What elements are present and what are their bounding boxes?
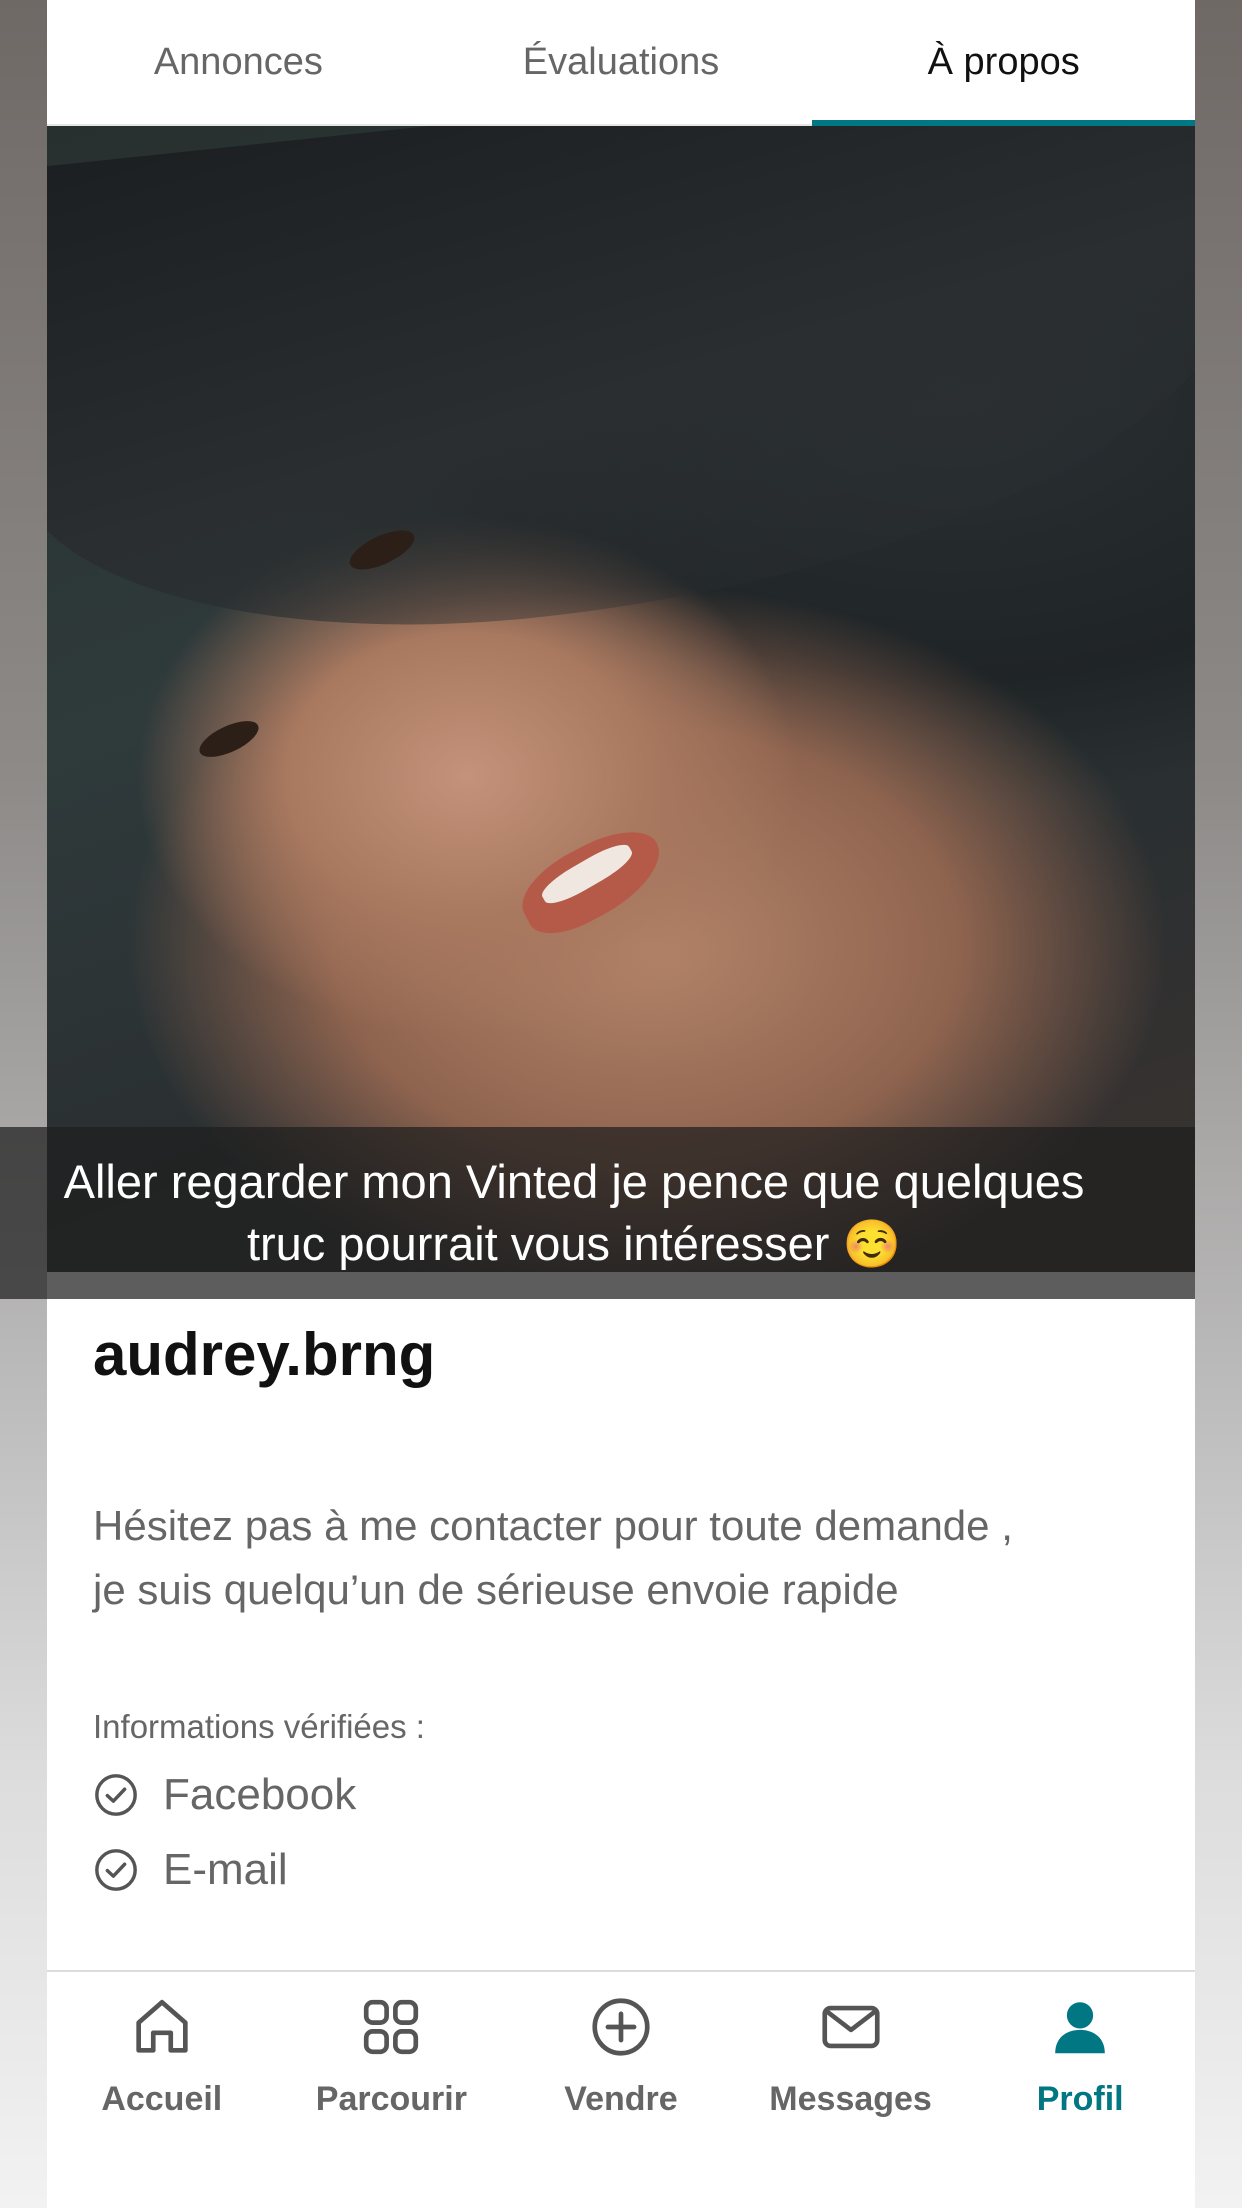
verified-facebook: Facebook: [93, 1770, 356, 1820]
verified-label: E-mail: [163, 1845, 288, 1894]
photo-hair: [47, 126, 1195, 670]
nav-label-parcourir: Parcourir: [315, 2080, 467, 2118]
nav-parcourir[interactable]: Parcourir: [277, 1972, 507, 2208]
username: audrey.brng: [93, 1321, 436, 1388]
caption-line-2: truc pourrait vous intéresser ☺️: [246, 1217, 902, 1270]
verified-info-title: Informations vérifiées :: [93, 1708, 425, 1745]
snap-caption: Aller regarder mon Vinted je pence que q…: [0, 1127, 1195, 1299]
nav-vendre[interactable]: Vendre: [506, 1972, 736, 2208]
profile-tabs: Annonces Évaluations À propos: [47, 0, 1195, 126]
home-icon: [136, 1999, 188, 2053]
nav-messages[interactable]: Messages: [736, 1972, 966, 2208]
bottom-navigation: Accueil Parcourir Vendre Messages Profil: [47, 1970, 1195, 2208]
caption-line-1: Aller regarder mon Vinted je pence que q…: [63, 1155, 1085, 1208]
check-circle-icon: [95, 1774, 137, 1816]
nav-label-messages: Messages: [769, 2080, 932, 2118]
envelope-icon: [821, 2005, 880, 2049]
profile-photo: [47, 126, 1195, 1272]
person-icon: [1055, 2002, 1105, 2054]
bio-line-1: Hésitez pas à me contacter pour toute de…: [93, 1502, 1013, 1549]
verified-email: E-mail: [93, 1845, 288, 1895]
tab-annonces[interactable]: Annonces: [47, 0, 430, 124]
photo-eye-right: [194, 713, 264, 765]
bio-text: Hésitez pas à me contacter pour toute de…: [93, 1494, 1153, 1622]
grid-icon: [364, 1999, 419, 2055]
tab-evaluations[interactable]: Évaluations: [430, 0, 813, 124]
tab-a-propos[interactable]: À propos: [812, 0, 1195, 126]
verified-label: Facebook: [163, 1770, 357, 1819]
nav-label-accueil: Accueil: [101, 2080, 223, 2118]
nav-accueil[interactable]: Accueil: [47, 1972, 277, 2208]
app-container: Annonces Évaluations À propos audrey.brn…: [47, 0, 1195, 2208]
nav-label-profil: Profil: [1036, 2080, 1124, 2118]
nav-label-vendre: Vendre: [564, 2080, 678, 2118]
nav-profil[interactable]: Profil: [965, 1972, 1195, 2208]
plus-circle-icon: [592, 1998, 650, 2056]
bio-line-2: je suis quelqu’un de sérieuse envoie rap…: [93, 1566, 899, 1613]
check-circle-icon: [95, 1849, 137, 1891]
